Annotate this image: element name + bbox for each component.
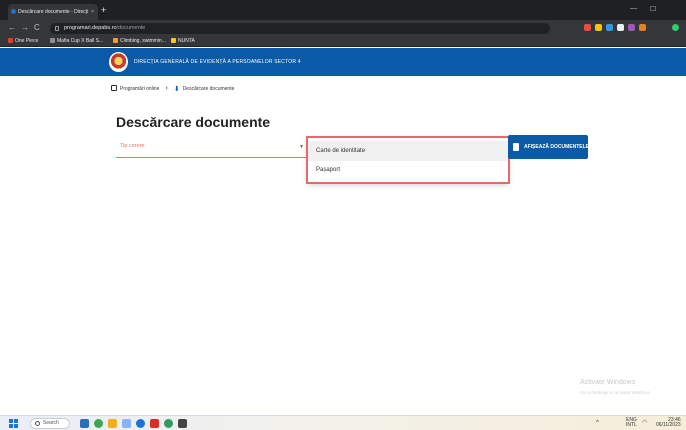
reload-icon[interactable]: C — [34, 23, 40, 33]
breadcrumb-home-link[interactable]: Programări online — [120, 86, 159, 92]
extension-icon[interactable] — [606, 24, 613, 31]
bookmark-icon — [113, 38, 118, 43]
chevron-right-icon: › — [165, 85, 168, 92]
browser-tabstrip: Descărcare documente - Direcți × + — ☐ — [0, 0, 686, 20]
extension-icon[interactable] — [628, 24, 635, 31]
folder-icon — [171, 38, 176, 43]
bookmark-icon — [50, 38, 55, 43]
browser-toolbar: ← → C programari.depabs.ro/documente — [0, 20, 686, 36]
option-identity-card[interactable]: Carte de identitate — [308, 141, 508, 161]
clock-date: 06/11/2023 — [656, 422, 681, 428]
document-icon — [513, 143, 519, 151]
app-icon[interactable] — [122, 419, 131, 428]
file-explorer-icon[interactable] — [108, 419, 117, 428]
minimize-icon[interactable]: — — [630, 5, 637, 12]
site-favicon-icon — [11, 9, 16, 14]
site-title: DIRECȚIA GENERALĂ DE EVIDENȚĂ A PERSOANE… — [134, 59, 301, 65]
app-icon[interactable] — [150, 419, 159, 428]
address-bar[interactable]: programari.depabs.ro/documente — [50, 23, 550, 34]
bookmarks-bar: One Piece Mafia Cup X Ball S... Climbing… — [0, 36, 686, 47]
tray-clock[interactable]: 23:46 06/11/2023 — [656, 418, 681, 428]
extension-icon[interactable] — [584, 24, 591, 31]
page-title: Descărcare documente — [116, 114, 271, 130]
edge-icon[interactable] — [136, 419, 145, 428]
bookmark-item[interactable]: Mafia Cup X Ball S... — [50, 37, 103, 46]
activation-watermark-title: Activate Windows — [580, 379, 636, 386]
calendar-icon — [111, 85, 117, 91]
download-icon: ⬇ — [173, 86, 180, 93]
tray-chevron-up-icon[interactable]: ^ — [596, 420, 599, 426]
tray-language[interactable]: ENG INTL — [626, 418, 637, 428]
windows-taskbar: Search ^ ENG INTL ◠ 23:46 06/11/2023 — [0, 415, 686, 430]
search-label: Search — [43, 420, 59, 426]
coat-of-arms-logo[interactable] — [109, 52, 128, 72]
search-icon — [35, 421, 40, 426]
wifi-icon[interactable]: ◠ — [642, 420, 647, 426]
extension-icon[interactable] — [617, 24, 624, 31]
lock-icon — [55, 26, 59, 31]
url-path: /documente — [116, 25, 146, 31]
chevron-down-icon: ▼ — [299, 144, 304, 150]
chrome-icon[interactable] — [94, 419, 103, 428]
show-documents-button[interactable]: AFIȘEAZĂ DOCUMENTELE — [508, 135, 589, 159]
url-host: programari.depabs.ro — [64, 25, 117, 31]
back-icon[interactable]: ← — [8, 23, 16, 33]
extension-icon[interactable] — [639, 24, 646, 31]
close-tab-icon[interactable]: × — [91, 4, 94, 20]
activation-watermark-subtitle: Go to Settings to activate Windows. — [580, 390, 652, 395]
extension-icon[interactable] — [595, 24, 602, 31]
profile-avatar[interactable] — [672, 24, 679, 31]
request-type-dropdown-menu: Carte de identitate Pașaport — [306, 136, 510, 184]
bookmark-item[interactable]: One Piece — [8, 37, 38, 46]
forward-icon[interactable]: → — [21, 23, 29, 33]
bookmark-item[interactable]: NUNTA — [171, 37, 195, 46]
windows-start-icon[interactable] — [9, 419, 18, 428]
option-passport[interactable]: Pașaport — [308, 160, 508, 180]
bookmark-icon — [8, 38, 13, 43]
maximize-icon[interactable]: ☐ — [650, 5, 656, 13]
whatsapp-icon[interactable] — [164, 419, 173, 428]
app-icon[interactable] — [178, 419, 187, 428]
select-placeholder: Tip cerere — [120, 143, 145, 149]
breadcrumb-current: Descărcare documente — [182, 86, 235, 92]
request-type-select[interactable]: Tip cerere ▼ — [116, 140, 306, 158]
taskbar-search-box[interactable]: Search — [30, 418, 70, 429]
breadcrumb: Programări online › ⬇ Descărcare documente — [111, 84, 234, 94]
tab-title: Descărcare documente - Direcți — [18, 9, 89, 15]
site-header: DIRECȚIA GENERALĂ DE EVIDENȚĂ A PERSOANE… — [0, 48, 686, 76]
bookmark-item[interactable]: Climbing, swimmin... — [113, 37, 166, 46]
browser-tab[interactable]: Descărcare documente - Direcți × — [8, 4, 98, 20]
new-tab-button[interactable]: + — [101, 5, 106, 15]
task-view-icon[interactable] — [80, 419, 89, 428]
show-documents-label: AFIȘEAZĂ DOCUMENTELE — [524, 144, 589, 150]
